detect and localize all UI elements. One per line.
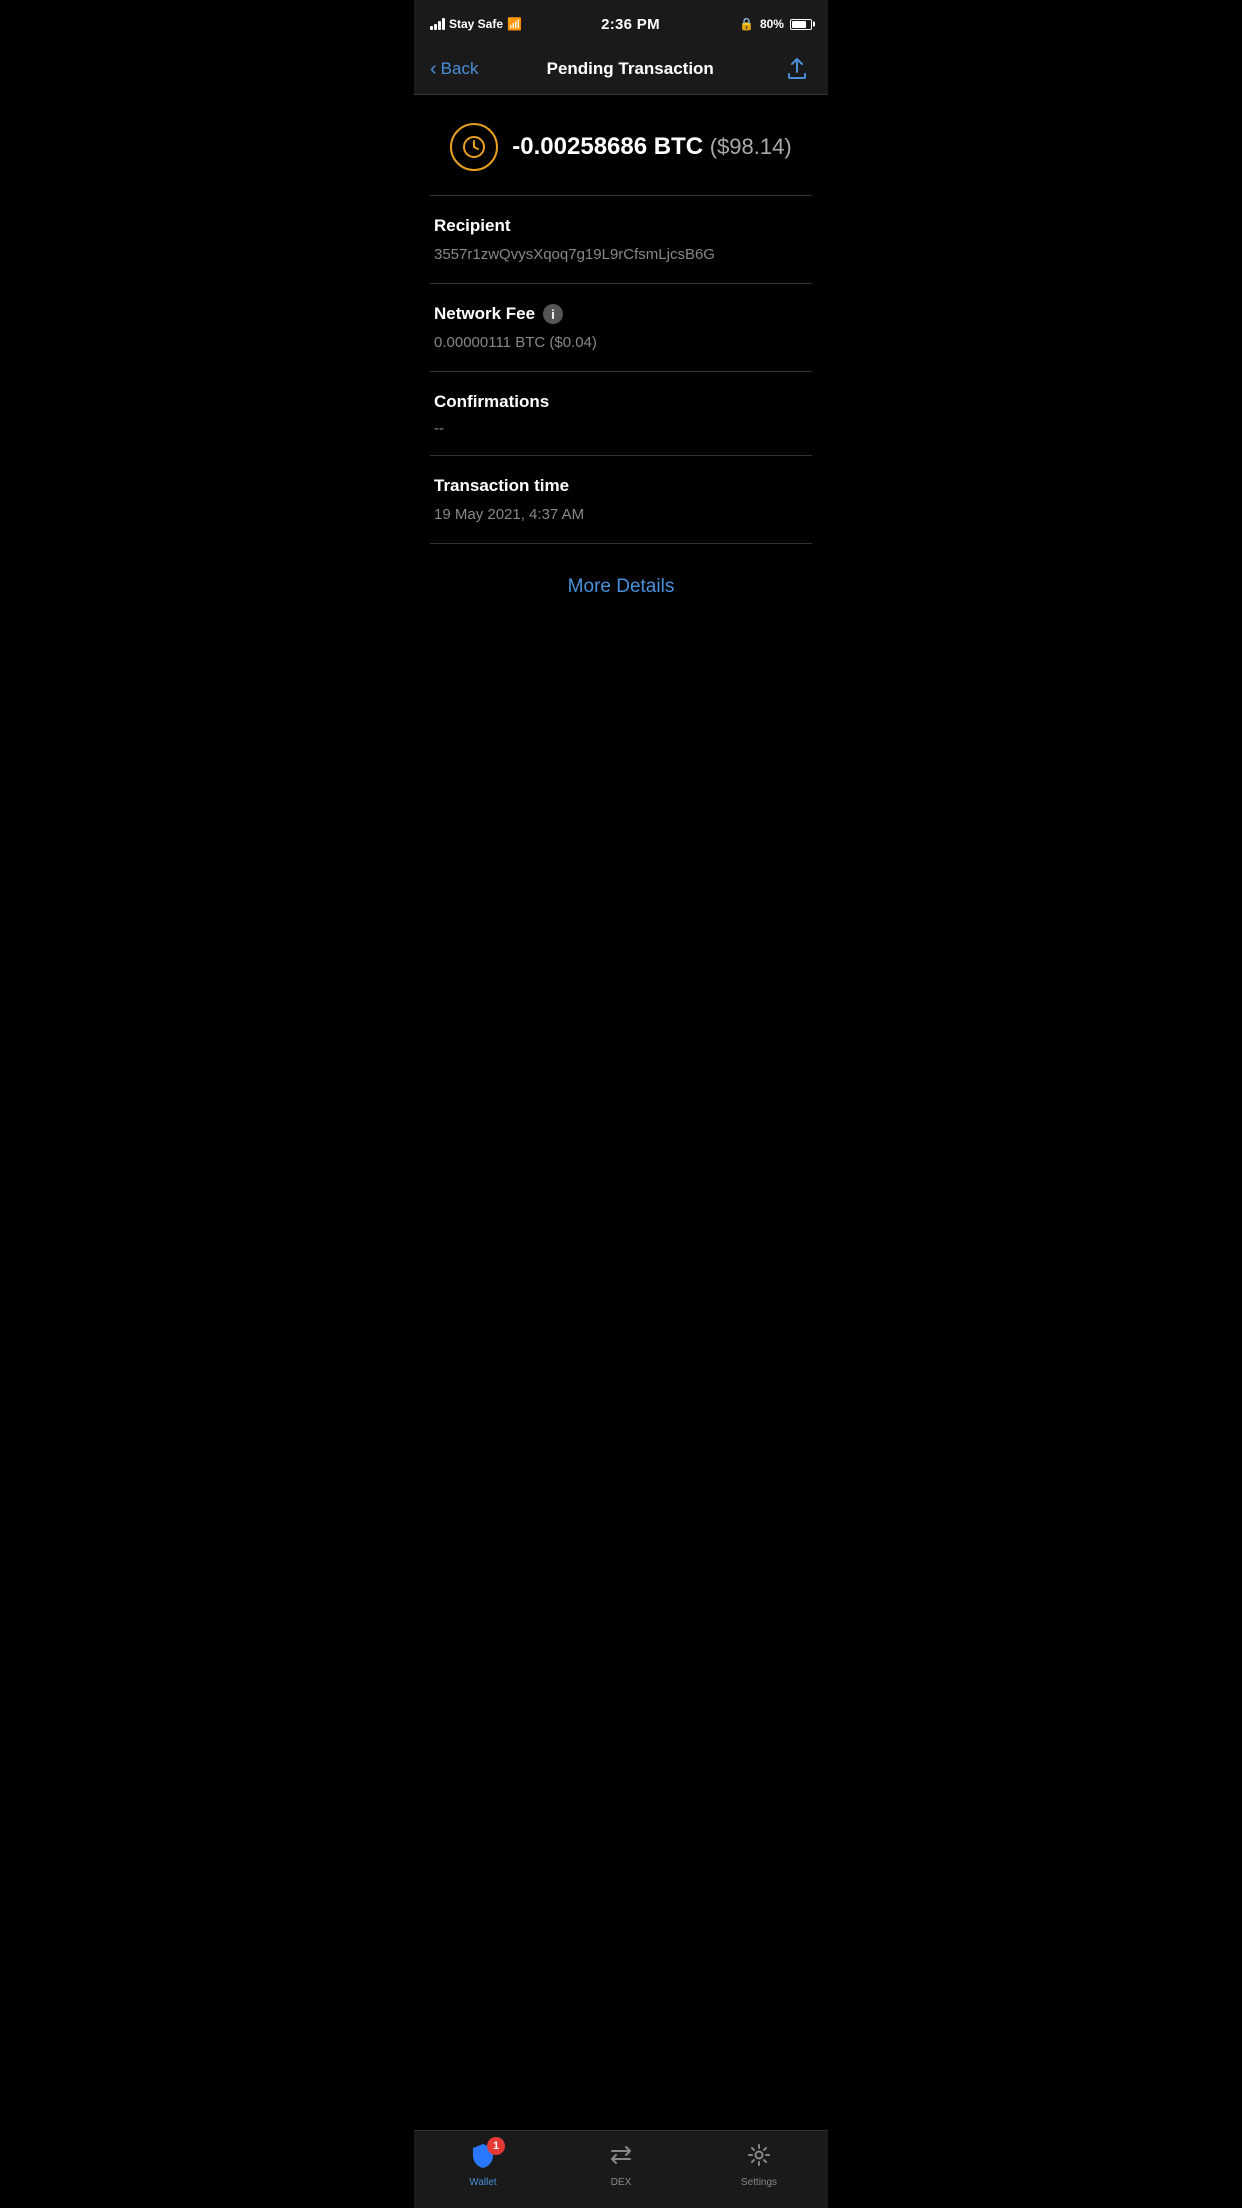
wallet-badge: 1 [487,2137,505,2155]
more-details-section: More Details [414,544,828,630]
share-button[interactable] [782,54,812,84]
confirmations-label: Confirmations [434,392,808,412]
recipient-section: Recipient 3557r1zwQvysXqoq7g19L9rCfsmLjc… [414,196,828,283]
signal-icon [430,18,445,30]
lock-icon: 🔒 [739,17,754,31]
gear-icon [745,2141,773,2174]
status-right: 🔒 80% [739,17,812,31]
recipient-address: 3557r1zwQvysXqoq7g19L9rCfsmLjcsB6G [434,244,808,265]
carrier-label: Stay Safe [449,17,503,31]
tab-dex[interactable]: DEX [552,2141,690,2188]
dex-arrows-icon [607,2141,635,2174]
pending-clock-icon [450,123,498,171]
transaction-header: -0.00258686 BTC ($98.14) [414,95,828,195]
confirmations-section: Confirmations -- [414,372,828,455]
dex-icon-wrapper [603,2141,639,2173]
info-icon[interactable]: i [543,304,563,324]
wifi-icon: 📶 [507,17,522,31]
status-time: 2:36 PM [601,16,660,33]
wallet-tab-label: Wallet [469,2177,496,2188]
network-fee-label: Network Fee i [434,304,808,324]
more-details-button[interactable]: More Details [552,568,691,606]
nav-bar: ‹ Back Pending Transaction [414,44,828,95]
recipient-label: Recipient [434,216,808,236]
back-chevron-icon: ‹ [430,58,437,81]
back-button[interactable]: ‹ Back [430,58,478,81]
dex-tab-label: DEX [611,2177,632,2188]
settings-tab-label: Settings [741,2177,777,2188]
back-label: Back [441,59,479,79]
main-content: -0.00258686 BTC ($98.14) Recipient 3557r… [414,95,828,730]
network-fee-section: Network Fee i 0.00000111 BTC ($0.04) [414,284,828,371]
battery-percent: 80% [760,17,784,31]
share-icon [786,58,808,80]
wallet-icon-wrapper: 1 [465,2141,501,2173]
nav-title: Pending Transaction [547,59,714,79]
tab-settings[interactable]: Settings [690,2141,828,2188]
confirmations-value: -- [434,420,808,437]
battery-icon [790,19,812,30]
transaction-time-label: Transaction time [434,476,808,496]
tab-bar: 1 Wallet DEX Settings [414,2130,828,2208]
status-bar: Stay Safe 📶 2:36 PM 🔒 80% [414,0,828,44]
transaction-usd: ($98.14) [710,134,792,159]
transaction-time-value: 19 May 2021, 4:37 AM [434,504,808,525]
transaction-time-section: Transaction time 19 May 2021, 4:37 AM [414,456,828,543]
transaction-amount: -0.00258686 BTC ($98.14) [512,133,791,160]
network-fee-value: 0.00000111 BTC ($0.04) [434,332,808,353]
status-left: Stay Safe 📶 [430,17,522,31]
tab-wallet[interactable]: 1 Wallet [414,2141,552,2188]
transaction-amount-group: -0.00258686 BTC ($98.14) [512,133,791,161]
settings-icon-wrapper [741,2141,777,2173]
